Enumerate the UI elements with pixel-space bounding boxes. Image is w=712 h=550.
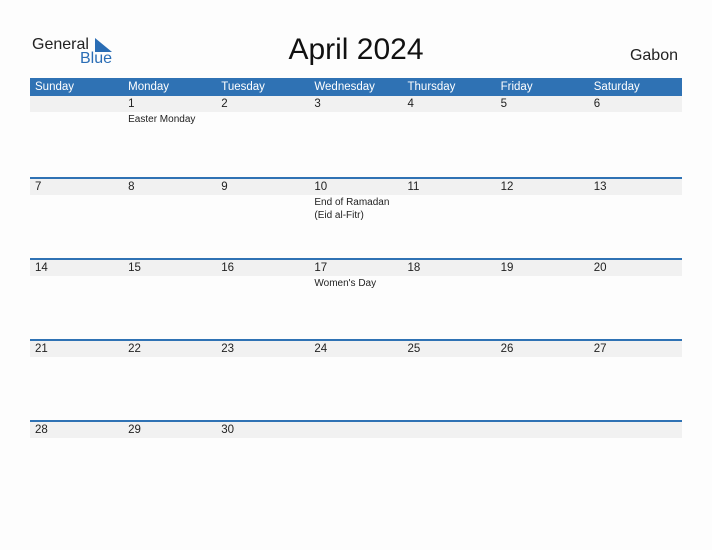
day-cell (496, 422, 589, 438)
day-cell (403, 422, 496, 438)
day-cell (589, 422, 682, 438)
day-cell: 8 (123, 179, 216, 222)
day-cell: 19 (496, 260, 589, 290)
week-row: 28 29 30 (30, 420, 682, 501)
day-number: 21 (35, 343, 48, 355)
day-cell: 4 (403, 96, 496, 126)
day-number: 22 (128, 343, 141, 355)
day-cell: 18 (403, 260, 496, 290)
day-cell: 25 (403, 341, 496, 357)
day-number (594, 422, 682, 438)
day-number: 7 (35, 181, 42, 193)
day-number (501, 422, 589, 438)
day-cell: 30 (216, 422, 309, 438)
week-row: 14 15 16 17 Women's Day 18 19 20 (30, 258, 682, 339)
day-cell (309, 422, 402, 438)
day-number: 26 (500, 343, 514, 355)
holiday-label: End of Ramadan (Eid al-Fitr) (314, 197, 390, 221)
day-cell: 24 (309, 341, 402, 357)
weekday-friday: Friday (500, 81, 533, 93)
day-cell: 5 (496, 96, 589, 126)
day-number: 17 (314, 262, 328, 274)
weekday-wednesday: Wednesday (314, 81, 375, 93)
day-cell: 1 Easter Monday (123, 96, 216, 126)
page-title: April 2024 (288, 33, 424, 66)
calendar-weeks: 1 Easter Monday 2 3 4 5 6 7 8 9 10 End of Ramadan (… (30, 96, 682, 501)
day-number: 14 (35, 262, 48, 274)
day-number: 4 (407, 98, 414, 110)
day-cell: 17 Women's Day (309, 260, 402, 290)
day-number: 3 (314, 98, 321, 110)
day-number: 15 (128, 262, 141, 274)
day-number: 10 (314, 181, 328, 193)
day-number: 20 (593, 262, 607, 274)
day-number: 11 (407, 181, 420, 193)
day-cell: 26 (496, 341, 589, 357)
day-number: 18 (407, 262, 421, 274)
day-number (314, 422, 402, 438)
day-number: 29 (128, 424, 141, 436)
day-number: 23 (221, 343, 235, 355)
day-number: 19 (500, 262, 514, 274)
day-number: 12 (500, 181, 514, 193)
day-cell: 2 (216, 96, 309, 126)
week-row: 21 22 23 24 25 26 27 (30, 339, 682, 420)
weekday-thursday: Thursday (407, 81, 456, 93)
calendar-grid: Sunday Monday Tuesday Wednesday Thursday Frid… (30, 78, 682, 501)
day-number: 28 (35, 424, 48, 436)
holiday-label: Easter Monday (128, 114, 196, 125)
day-number: 27 (593, 343, 607, 355)
day-cell: 28 (30, 422, 123, 438)
day-cell: 15 (123, 260, 216, 290)
day-number: 5 (500, 98, 508, 110)
day-number: 8 (128, 181, 135, 193)
day-number (408, 422, 496, 438)
day-cell: 29 (123, 422, 216, 438)
day-cell: 10 End of Ramadan (Eid al-Fitr) (309, 179, 402, 222)
day-number: 1 (128, 98, 135, 110)
day-cell: 12 (496, 179, 589, 222)
weekday-header: Sunday Monday Tuesday Wednesday Thursday Frid… (30, 78, 682, 96)
week-row: 7 8 9 10 End of Ramadan (Eid al-Fitr) 11 12 13 (30, 177, 682, 258)
day-number: 25 (407, 343, 421, 355)
day-cell: 22 (123, 341, 216, 357)
week-row: 1 Easter Monday 2 3 4 5 6 (30, 96, 682, 177)
weekday-sunday: Sunday (35, 81, 75, 93)
day-cell: 27 (589, 341, 682, 357)
day-cell: 6 (589, 96, 682, 126)
day-cell (30, 96, 123, 126)
day-cell: 16 (216, 260, 309, 290)
holiday-label: Women's Day (314, 278, 377, 289)
day-number: 2 (221, 98, 228, 110)
weekday-saturday: Saturday (593, 81, 640, 93)
day-cell: 13 (589, 179, 682, 222)
day-number: 30 (221, 424, 235, 436)
day-number: 6 (593, 98, 601, 110)
day-cell: 14 (30, 260, 123, 290)
day-number: 16 (221, 262, 235, 274)
day-cell: 23 (216, 341, 309, 357)
day-cell: 11 (403, 179, 496, 222)
day-cell: 9 (216, 179, 309, 222)
day-cell: 7 (30, 179, 123, 222)
day-number: 13 (593, 181, 607, 193)
day-number: 24 (314, 343, 328, 355)
day-number (35, 96, 123, 112)
weekday-tuesday: Tuesday (221, 81, 265, 93)
country-label: Gabon (629, 47, 678, 64)
day-number: 9 (221, 181, 228, 193)
weekday-monday: Monday (128, 81, 170, 93)
day-cell: 3 (309, 96, 402, 126)
day-cell: 21 (30, 341, 123, 357)
day-cell: 20 (589, 260, 682, 290)
